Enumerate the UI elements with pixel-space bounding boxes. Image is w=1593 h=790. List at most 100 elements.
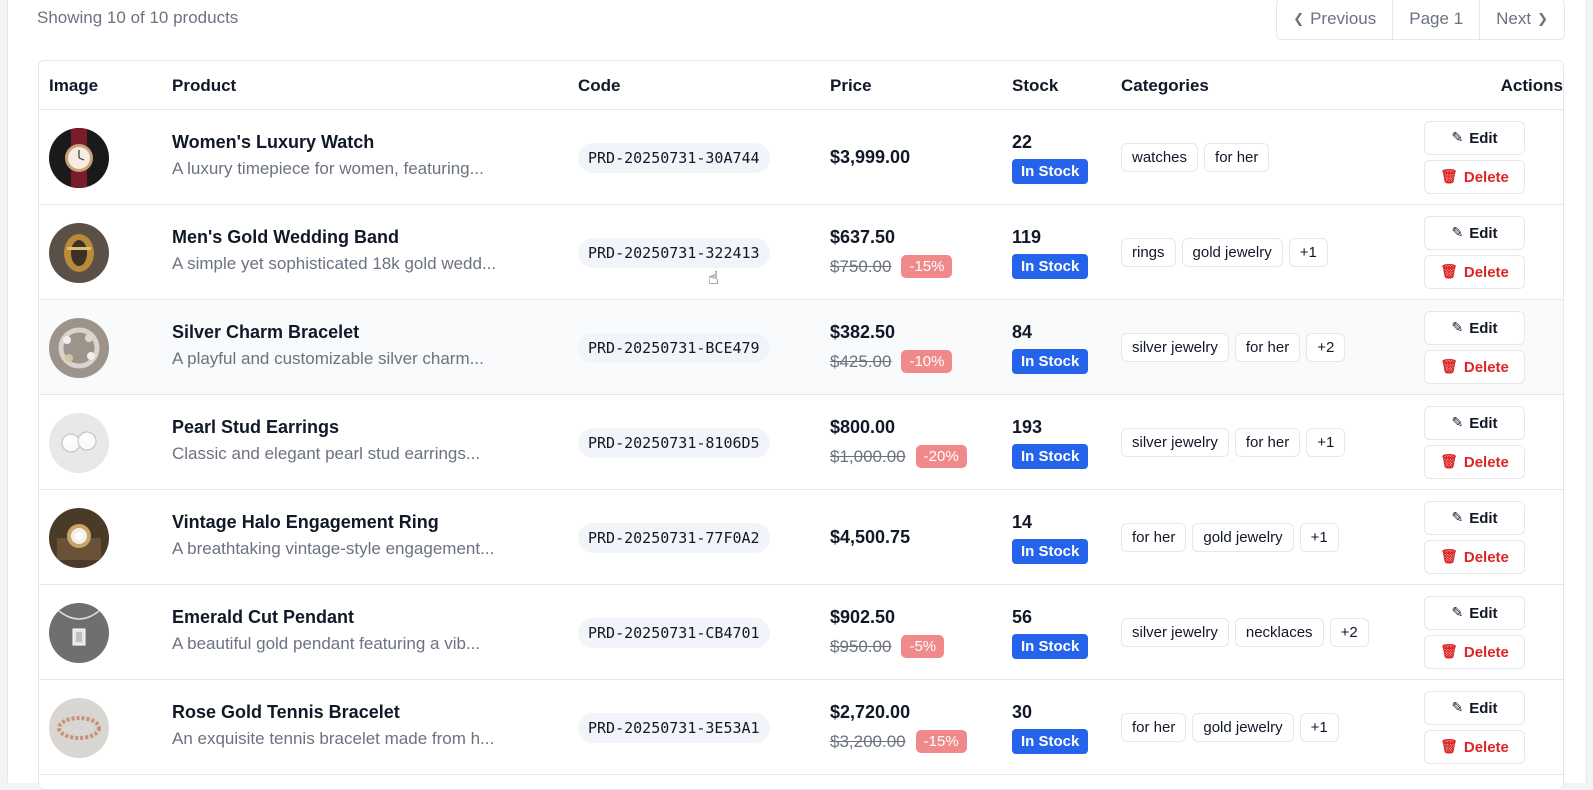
edit-button[interactable]: ✎ Edit xyxy=(1424,501,1525,535)
edit-label: Edit xyxy=(1469,129,1498,147)
product-image xyxy=(49,413,109,473)
delete-button[interactable]: 🗑 Delete xyxy=(1424,160,1525,194)
category-tag: for her xyxy=(1204,143,1270,172)
product-code: PRD-20250731-8106D5 xyxy=(578,428,770,458)
category-tag: silver jewelry xyxy=(1121,333,1229,362)
edit-icon: ✎ xyxy=(1451,130,1464,146)
discount-badge: -15% xyxy=(915,730,967,753)
product-description: A playful and customizable silver charm.… xyxy=(172,349,484,368)
products-page: Showing 10 of 10 products ❮ Previous Pag… xyxy=(7,0,1587,790)
discount-badge: -10% xyxy=(901,350,953,373)
category-tags: rings gold jewelry +1 xyxy=(1121,238,1328,267)
price: $4,500.75 xyxy=(830,527,911,547)
delete-button[interactable]: 🗑 Delete xyxy=(1424,445,1525,479)
chevron-right-icon: ❯ xyxy=(1537,11,1548,27)
delete-button[interactable]: 🗑 Delete xyxy=(1424,540,1525,574)
original-price: $750.00 xyxy=(830,256,892,276)
trash-icon: 🗑 xyxy=(1440,359,1458,375)
category-tags: silver jewelry for her +2 xyxy=(1121,333,1346,362)
category-tag: silver jewelry xyxy=(1121,618,1229,647)
category-tag: +1 xyxy=(1306,428,1346,457)
table-row[interactable]: Women's Luxury Watch A luxury timepiece f… xyxy=(39,110,1563,205)
category-tag: +2 xyxy=(1306,333,1346,362)
next-page-button[interactable]: Next ❯ xyxy=(1479,0,1564,39)
original-price: $425.00 xyxy=(830,351,892,371)
products-table: Image Product Code Price Stock Categorie… xyxy=(38,60,1564,790)
chevron-left-icon: ❮ xyxy=(1293,11,1305,27)
category-tags: silver jewelry for her +1 xyxy=(1121,428,1346,457)
table-toolbar: Showing 10 of 10 products ❮ Previous Pag… xyxy=(37,0,1565,40)
table-row[interactable]: Rose Gold Tennis Bracelet An exquisite te… xyxy=(39,680,1563,775)
original-price-group: $750.00 -15% xyxy=(830,255,953,278)
price: $902.50 xyxy=(830,607,896,627)
edit-icon: ✎ xyxy=(1451,320,1464,336)
delete-button[interactable]: 🗑 Delete xyxy=(1424,730,1525,764)
trash-icon: 🗑 xyxy=(1440,739,1458,755)
delete-label: Delete xyxy=(1463,453,1509,471)
product-description: A simple yet sophisticated 18k gold wedd… xyxy=(172,254,497,273)
stock-quantity: 119 xyxy=(1012,227,1042,247)
table-row[interactable]: Pearl Stud Earrings Classic and elegant p… xyxy=(39,395,1563,490)
current-page-indicator: Page 1 xyxy=(1392,0,1480,39)
edit-label: Edit xyxy=(1469,604,1498,622)
original-price: $3,200.00 xyxy=(830,731,906,751)
edit-icon: ✎ xyxy=(1451,415,1464,431)
category-tag: gold jewelry xyxy=(1192,713,1294,742)
edit-button[interactable]: ✎ Edit xyxy=(1424,596,1525,630)
table-row[interactable]: Silver Charm Bracelet A playful and custo… xyxy=(39,300,1563,395)
delete-label: Delete xyxy=(1463,263,1509,281)
edit-button[interactable]: ✎ Edit xyxy=(1424,311,1525,345)
edit-button[interactable]: ✎ Edit xyxy=(1424,216,1525,250)
edit-icon: ✎ xyxy=(1451,225,1464,241)
column-header-image: Image xyxy=(49,76,99,95)
delete-button[interactable]: 🗑 Delete xyxy=(1424,255,1525,289)
pagination: ❮ Previous Page 1 Next ❯ xyxy=(1276,0,1565,40)
edit-button[interactable]: ✎ Edit xyxy=(1424,406,1525,440)
trash-icon: 🗑 xyxy=(1440,264,1458,280)
category-tag: for her xyxy=(1121,523,1187,552)
edit-button[interactable]: ✎ Edit xyxy=(1424,691,1525,725)
edit-label: Edit xyxy=(1469,224,1498,242)
edit-button[interactable]: ✎ Edit xyxy=(1424,121,1525,155)
previous-page-button[interactable]: ❮ Previous xyxy=(1277,0,1392,39)
product-code: PRD-20250731-3E53A1 xyxy=(578,713,770,743)
product-description: A beautiful gold pendant featuring a vib… xyxy=(172,634,481,653)
product-description: An exquisite tennis bracelet made from h… xyxy=(172,729,495,748)
category-tag: gold jewelry xyxy=(1192,523,1294,552)
edit-icon: ✎ xyxy=(1451,605,1464,621)
price: $3,999.00 xyxy=(830,147,911,167)
stock-quantity: 30 xyxy=(1012,702,1033,722)
product-code: PRD-20250731-30A744 xyxy=(578,143,770,173)
delete-label: Delete xyxy=(1463,358,1509,376)
stock-status-badge: In Stock xyxy=(1012,634,1089,659)
category-tag: watches xyxy=(1121,143,1199,172)
product-image xyxy=(49,223,109,283)
category-tag: for her xyxy=(1121,713,1187,742)
edit-label: Edit xyxy=(1469,319,1498,337)
mouse-cursor-icon: ☝ xyxy=(708,268,719,289)
table-row[interactable]: Men's Gold Wedding Band A simple yet soph… xyxy=(39,205,1563,300)
trash-icon: 🗑 xyxy=(1440,169,1458,185)
edit-icon: ✎ xyxy=(1451,510,1464,526)
delete-label: Delete xyxy=(1463,738,1509,756)
original-price-group: $950.00 -5% xyxy=(830,635,945,658)
previous-label: Previous xyxy=(1310,9,1377,28)
delete-label: Delete xyxy=(1463,548,1509,566)
discount-badge: -5% xyxy=(901,635,945,658)
table-row[interactable]: Emerald Cut Pendant A beautiful gold pend… xyxy=(39,585,1563,680)
stock-quantity: 193 xyxy=(1012,417,1043,437)
table-row[interactable]: Vintage Halo Engagement Ring A breathtaki… xyxy=(39,490,1563,585)
delete-button[interactable]: 🗑 Delete xyxy=(1424,350,1525,384)
column-header-code: Code xyxy=(578,76,621,95)
stock-quantity: 14 xyxy=(1012,512,1033,532)
category-tag: necklaces xyxy=(1234,618,1324,647)
product-code: PRD-20250731-BCE479 xyxy=(578,333,770,363)
original-price: $950.00 xyxy=(830,636,892,656)
stock-quantity: 84 xyxy=(1012,322,1033,342)
trash-icon: 🗑 xyxy=(1440,644,1458,660)
original-price-group: $1,000.00 -20% xyxy=(830,445,967,468)
product-image xyxy=(49,508,109,568)
discount-badge: -20% xyxy=(915,445,967,468)
stock-quantity: 22 xyxy=(1012,132,1033,152)
delete-button[interactable]: 🗑 Delete xyxy=(1424,635,1525,669)
